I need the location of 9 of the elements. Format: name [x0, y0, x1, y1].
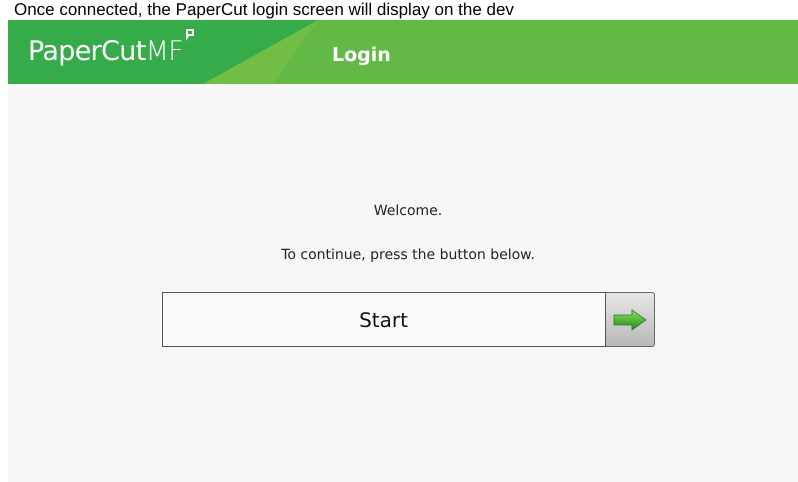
start-button[interactable]: Start	[162, 292, 606, 347]
page-title: Login	[332, 42, 391, 68]
logo: PaperCutMF	[28, 32, 196, 72]
start-arrow-button[interactable]	[606, 292, 654, 347]
welcome-text: Welcome.	[374, 202, 442, 221]
logo-mark-icon	[185, 28, 196, 42]
caption-text: Once connected, the PaperCut login screen will display on the dev	[13, 0, 515, 20]
arrow-right-icon	[612, 308, 646, 330]
instruction-text: To continue, press the button below.	[281, 246, 535, 265]
